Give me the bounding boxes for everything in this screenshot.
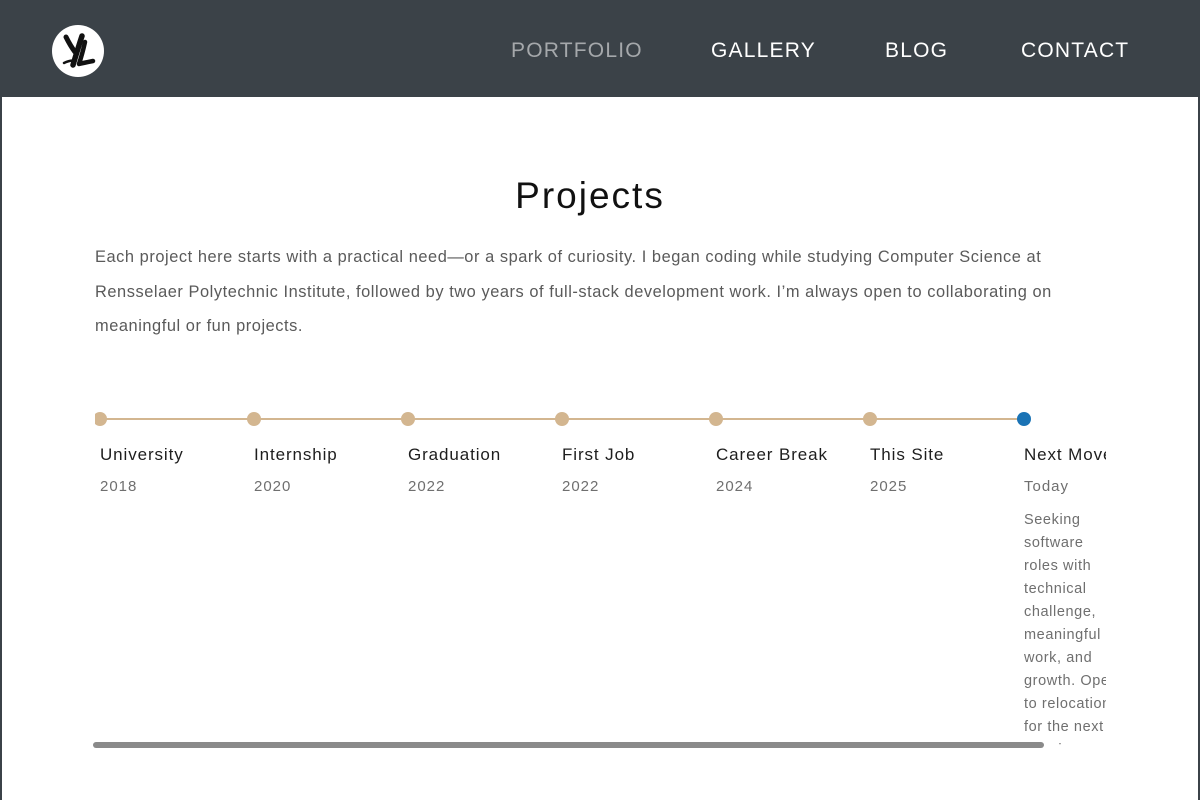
milestone-label: Career Break bbox=[716, 445, 828, 464]
timeline-milestone[interactable]: This Site 2025 bbox=[870, 444, 1010, 496]
milestone-label: Internship bbox=[254, 445, 338, 464]
timeline-milestone[interactable]: First Job 2022 bbox=[562, 444, 702, 496]
milestone-label: University bbox=[100, 445, 184, 464]
timeline-milestone[interactable]: Graduation 2022 bbox=[408, 444, 548, 496]
yl-logo-icon[interactable] bbox=[52, 25, 104, 77]
timeline-connector bbox=[870, 418, 1024, 420]
timeline-connector bbox=[562, 418, 716, 420]
timeline-dot[interactable] bbox=[401, 412, 415, 426]
timeline-dot[interactable] bbox=[247, 412, 261, 426]
timeline-connector bbox=[408, 418, 562, 420]
milestone-description: Seeking software roles with technical ch… bbox=[1024, 512, 1106, 745]
milestone-date: Today bbox=[1024, 478, 1070, 495]
nav-gallery[interactable]: GALLERY bbox=[711, 38, 816, 64]
timeline-dot[interactable] bbox=[863, 412, 877, 426]
milestone-label: Graduation bbox=[408, 445, 502, 464]
milestone-date: 2018 bbox=[100, 478, 138, 495]
timeline-connector bbox=[100, 418, 254, 420]
timeline-dot[interactable] bbox=[95, 412, 107, 426]
intro-paragraph: Each project here starts with a practica… bbox=[95, 248, 1052, 335]
timeline-dot[interactable] bbox=[555, 412, 569, 426]
timeline-milestone[interactable]: University 2018 bbox=[100, 444, 240, 496]
milestone-label: Next Move bbox=[1024, 445, 1106, 464]
milestone-date: 2025 bbox=[870, 478, 908, 495]
timeline-dot[interactable] bbox=[709, 412, 723, 426]
timeline-connector bbox=[254, 418, 408, 420]
timeline-connector bbox=[716, 418, 870, 420]
milestone-label: This Site bbox=[870, 445, 945, 464]
milestone-date: 2024 bbox=[716, 478, 754, 495]
timeline-milestone[interactable]: Career Break 2024 bbox=[716, 444, 856, 496]
page-title: Projects bbox=[515, 175, 665, 216]
milestone-date: 2020 bbox=[254, 478, 292, 495]
timeline[interactable]: University 2018 Internship 2020 Graduation 20… bbox=[95, 400, 1106, 745]
milestone-date: 2022 bbox=[562, 478, 600, 495]
timeline-milestone[interactable]: Internship 2020 bbox=[254, 444, 394, 496]
milestone-label: First Job bbox=[562, 445, 636, 464]
milestone-date: 2022 bbox=[408, 478, 446, 495]
nav-blog[interactable]: BLOG bbox=[885, 38, 948, 64]
timeline-milestone[interactable]: Next Move Today Seeking software roles wit… bbox=[1024, 444, 1106, 745]
nav-portfolio[interactable]: PORTFOLIO bbox=[511, 38, 643, 64]
timeline-scrollbar[interactable] bbox=[93, 742, 1044, 748]
site-header: PORTFOLIO GALLERY BLOG CONTACT bbox=[0, 0, 1200, 97]
timeline-dot[interactable] bbox=[1017, 412, 1031, 426]
nav-contact[interactable]: CONTACT bbox=[1021, 38, 1129, 64]
page: PORTFOLIO GALLERY BLOG CONTACT Projects … bbox=[0, 0, 1200, 800]
